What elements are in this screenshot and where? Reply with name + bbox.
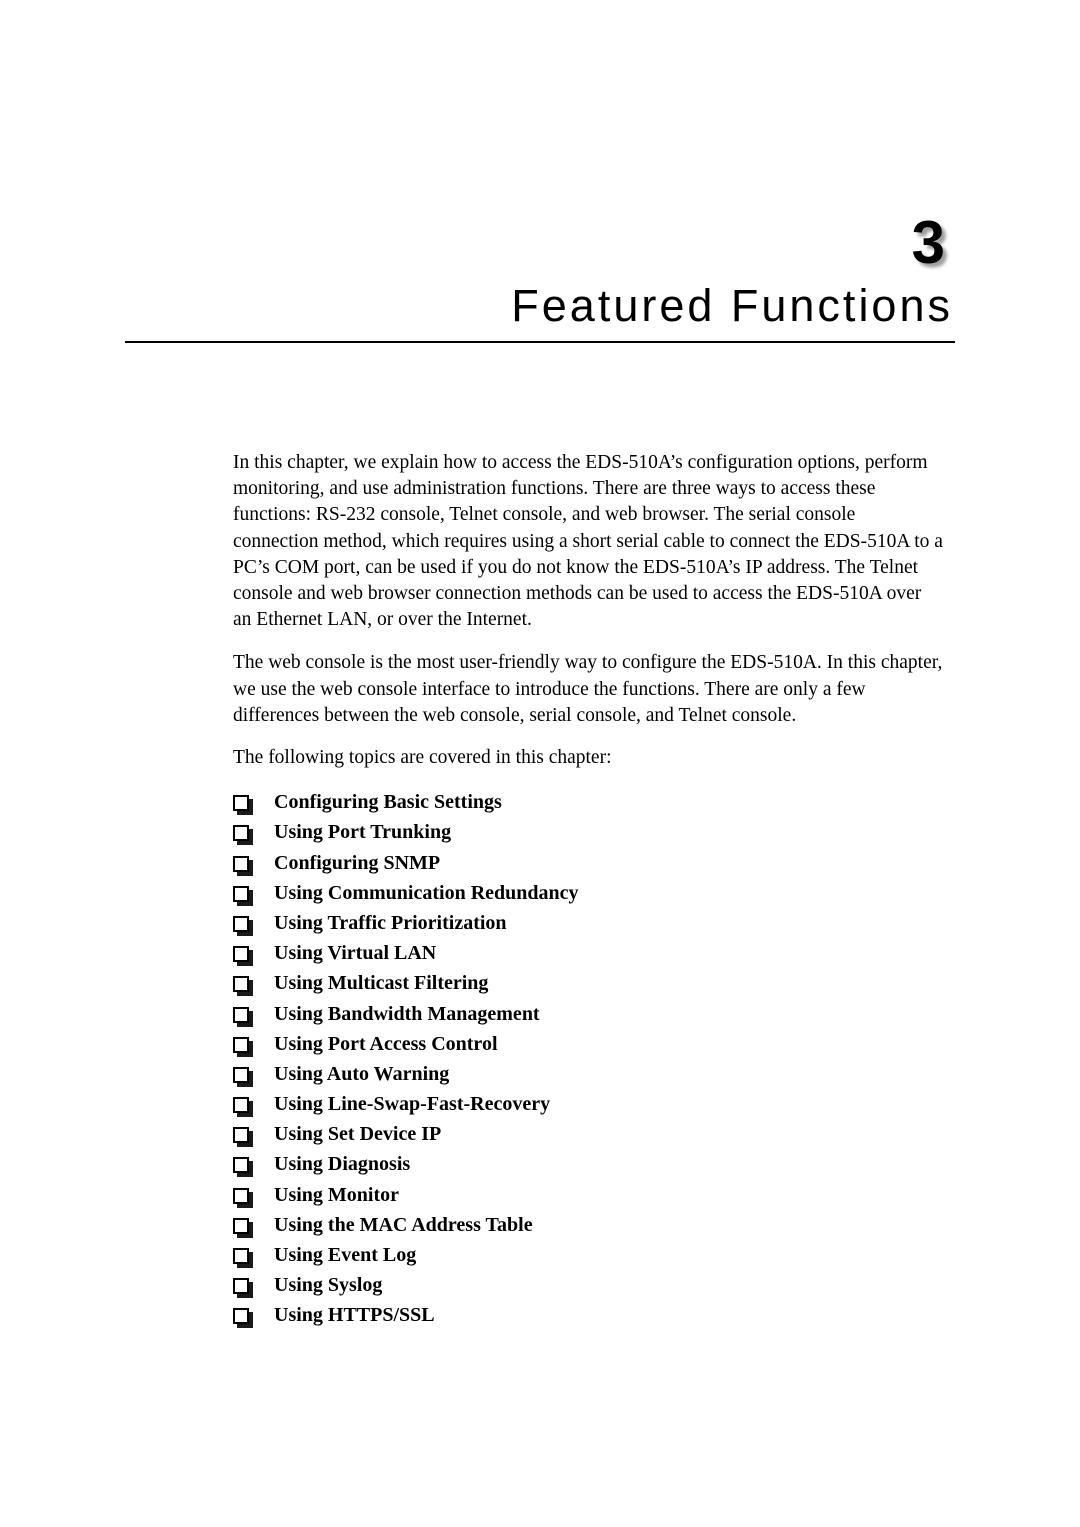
topic-label: Using Multicast Filtering bbox=[274, 972, 489, 995]
list-item: Using Line-Swap-Fast-Recovery bbox=[233, 1089, 943, 1119]
list-item: Using Port Trunking bbox=[233, 817, 943, 847]
chapter-header-divider bbox=[125, 341, 955, 343]
hollow-square-bullet-icon bbox=[233, 1029, 274, 1059]
hollow-square-bullet-icon bbox=[233, 999, 274, 1029]
hollow-square-bullet-icon bbox=[233, 1059, 274, 1089]
chapter-body: In this chapter, we explain how to acces… bbox=[233, 450, 943, 1331]
list-item: Using Set Device IP bbox=[233, 1119, 943, 1149]
list-item: Using Multicast Filtering bbox=[233, 968, 943, 998]
list-item: Using Traffic Prioritization bbox=[233, 908, 943, 938]
list-item: Using Diagnosis bbox=[233, 1149, 943, 1179]
hollow-square-bullet-icon bbox=[233, 1119, 274, 1149]
chapter-title: Featured Functions bbox=[511, 280, 953, 331]
topic-label: Using Monitor bbox=[274, 1183, 399, 1206]
topic-label: Using Line-Swap-Fast-Recovery bbox=[274, 1093, 551, 1116]
topic-label: Using Virtual LAN bbox=[274, 942, 437, 965]
topic-label: Using HTTPS/SSL bbox=[274, 1304, 435, 1327]
topic-label: Using Syslog bbox=[274, 1274, 383, 1297]
topic-label: Using Port Access Control bbox=[274, 1032, 498, 1055]
chapter-number: 3 bbox=[911, 209, 945, 276]
topic-label: Using the MAC Address Table bbox=[274, 1213, 533, 1236]
list-item: Using Virtual LAN bbox=[233, 938, 943, 968]
topic-label: Using Event Log bbox=[274, 1244, 417, 1267]
chapter-topics-list: Configuring Basic Settings Using Port Tru… bbox=[233, 787, 943, 1330]
topics-lead-in: The following topics are covered in this… bbox=[233, 747, 612, 769]
list-item: Using Port Access Control bbox=[233, 1029, 943, 1059]
topic-label: Configuring Basic Settings bbox=[274, 791, 502, 814]
list-item: Configuring SNMP bbox=[233, 848, 943, 878]
topic-label: Using Set Device IP bbox=[274, 1123, 442, 1146]
topic-label: Using Auto Warning bbox=[274, 1062, 450, 1085]
document-page: 3 Featured Functions In this chapter, we… bbox=[0, 0, 1080, 1527]
hollow-square-bullet-icon bbox=[233, 1270, 274, 1300]
hollow-square-bullet-icon bbox=[233, 1300, 274, 1330]
hollow-square-bullet-icon bbox=[233, 848, 274, 878]
hollow-square-bullet-icon bbox=[233, 1089, 274, 1119]
hollow-square-bullet-icon bbox=[233, 817, 274, 847]
hollow-square-bullet-icon bbox=[233, 1240, 274, 1270]
hollow-square-bullet-icon bbox=[233, 938, 274, 968]
topic-label: Using Port Trunking bbox=[274, 821, 452, 844]
hollow-square-bullet-icon bbox=[233, 878, 274, 908]
hollow-square-bullet-icon bbox=[233, 968, 274, 998]
topic-label: Using Traffic Prioritization bbox=[274, 911, 507, 934]
hollow-square-bullet-icon bbox=[233, 908, 274, 938]
intro-paragraph-1: In this chapter, we explain how to acces… bbox=[233, 452, 943, 631]
list-item: Using Syslog bbox=[233, 1270, 943, 1300]
hollow-square-bullet-icon bbox=[233, 1210, 274, 1240]
list-item: Using Event Log bbox=[233, 1240, 943, 1270]
list-item: Using Communication Redundancy bbox=[233, 878, 943, 908]
list-item: Configuring Basic Settings bbox=[233, 787, 943, 817]
list-item: Using HTTPS/SSL bbox=[233, 1300, 943, 1330]
hollow-square-bullet-icon bbox=[233, 787, 274, 817]
topic-label: Using Bandwidth Management bbox=[274, 1002, 540, 1025]
chapter-header: 3 Featured Functions bbox=[125, 212, 955, 343]
topic-label: Using Communication Redundancy bbox=[274, 881, 579, 904]
list-item: Using Auto Warning bbox=[233, 1059, 943, 1089]
topic-label: Configuring SNMP bbox=[274, 851, 441, 874]
list-item: Using the MAC Address Table bbox=[233, 1210, 943, 1240]
list-item: Using Monitor bbox=[233, 1180, 943, 1210]
intro-paragraph-2: The web console is the most user-friendl… bbox=[233, 652, 943, 726]
list-item: Using Bandwidth Management bbox=[233, 999, 943, 1029]
topic-label: Using Diagnosis bbox=[274, 1153, 411, 1176]
hollow-square-bullet-icon bbox=[233, 1149, 274, 1179]
hollow-square-bullet-icon bbox=[233, 1180, 274, 1210]
